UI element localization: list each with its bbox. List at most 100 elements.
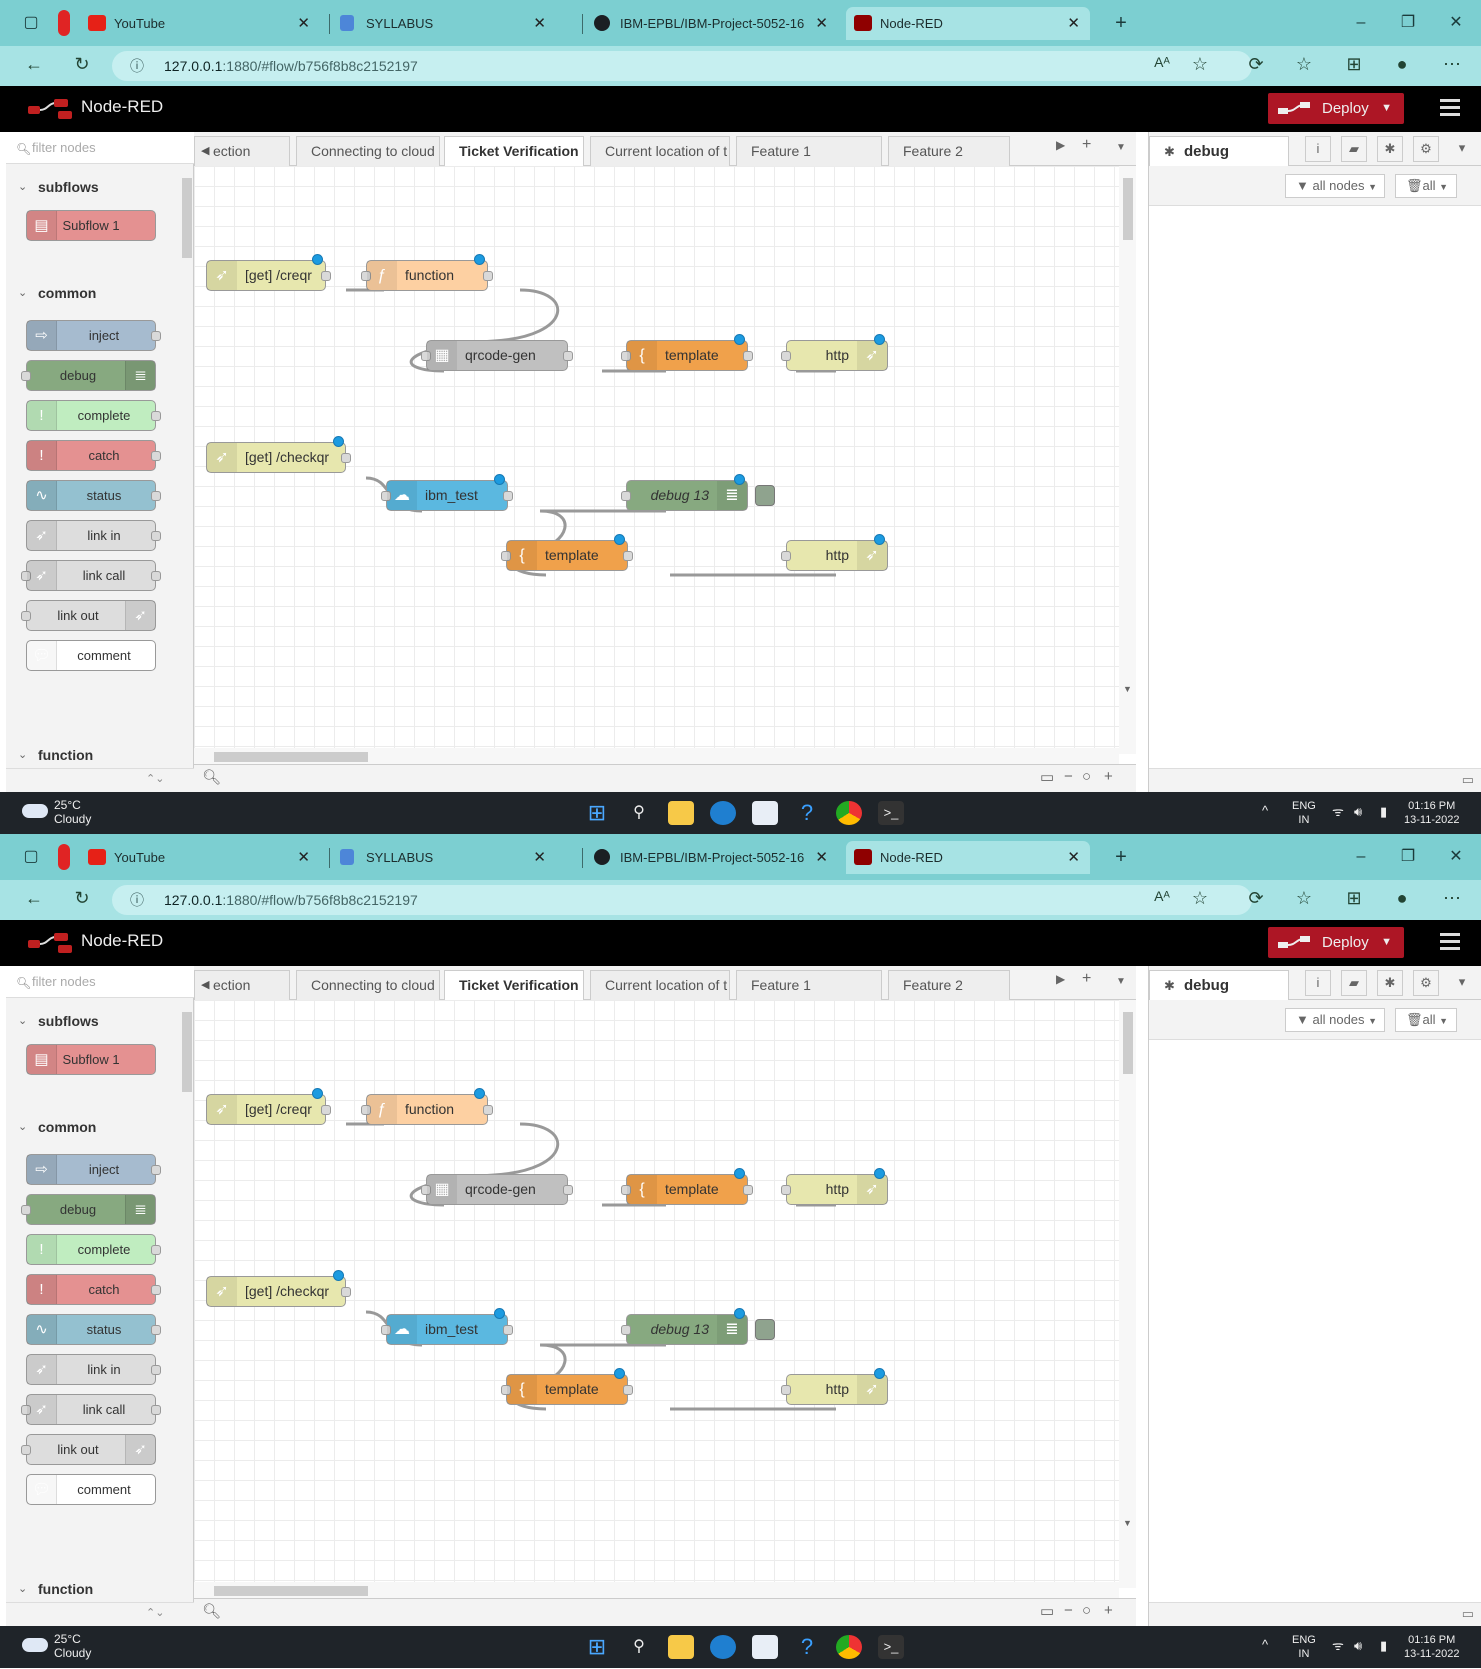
close-tab-icon[interactable]: ✕ [533,841,546,874]
clock[interactable]: 01:16 PM 13-11-2022 [1404,1633,1459,1661]
scroll-right-icon[interactable]: ▶ [1056,138,1065,152]
search-flows-icon[interactable]: 🔍︎ [202,768,221,786]
more-icon[interactable]: ⋯ [1440,888,1464,909]
browser-tab-nodered[interactable]: Node-RED ✕ [846,7,1090,40]
debug-toggle-button[interactable] [755,485,775,506]
flow-node-get_checkqr[interactable]: ➶ [get] /checkqr [206,1270,351,1307]
info-icon[interactable]: ⓘ [130,885,144,915]
flow-node-debug13[interactable]: ≣ debug 13 [621,474,775,511]
collections-icon[interactable]: ⊞ [1342,888,1366,909]
terminal-icon[interactable]: >_ [878,1635,904,1659]
palette-node-link-call[interactable]: ➶ link call [21,1394,161,1425]
close-tab-icon[interactable]: ✕ [533,7,546,40]
flow-node-http2[interactable]: ➶ http [781,534,888,571]
language-indicator[interactable]: ENG IN [1292,799,1316,827]
close-tab-icon[interactable]: ✕ [811,7,828,40]
output-port[interactable] [743,351,753,361]
palette-node-comment[interactable]: 💬︎ comment [26,640,156,671]
tab-current-location[interactable]: Current location of t [590,136,730,166]
flow-node-qrcode_gen[interactable]: ▦ qrcode-gen [421,340,573,371]
zoom-in-icon[interactable]: + [1104,1602,1113,1619]
search-icon[interactable]: ⚲ [626,801,652,825]
address-input[interactable]: ⓘ 127.0.0.1:1880/#flow/b756f8b8c2152197 [112,51,1252,81]
close-tab-icon[interactable]: ✕ [811,841,828,874]
canvas-vertical-scrollbar[interactable]: ▼ [1119,1000,1136,1588]
navigator-icon[interactable]: ▭ [1040,768,1054,786]
info-icon[interactable]: ⓘ [130,51,144,81]
close-tab-icon[interactable]: ✕ [1067,841,1080,874]
browser-tab-nodered[interactable]: Node-RED ✕ [846,841,1090,874]
config-gear-icon[interactable]: ⚙ [1413,136,1439,162]
windows-start-icon[interactable]: ⊞ [584,1635,610,1659]
zoom-reset-icon[interactable]: ○ [1082,768,1091,785]
palette-node-subflow[interactable]: ▤ Subflow 1 [26,1044,156,1075]
canvas-vertical-scrollbar[interactable]: ▼ [1119,166,1136,754]
close-window-icon[interactable]: ✕ [1445,12,1467,34]
back-icon[interactable]: ← [22,888,46,909]
palette-scrollbar[interactable] [180,168,192,768]
palette-node-catch[interactable]: ! catch [26,440,161,471]
extensions-icon[interactable]: ⟳ [1244,888,1268,909]
input-port[interactable] [781,351,791,361]
flow-node-function[interactable]: ƒ function [361,254,493,291]
clock[interactable]: 01:16 PM 13-11-2022 [1404,799,1459,827]
sidebar-tab-debug[interactable]: ✱ debug [1149,136,1289,167]
palette-node-link-in[interactable]: ➶ link in [26,520,161,551]
debug-filter-button[interactable]: ▼ all nodes ▼ [1285,1008,1385,1032]
tray-chevron-icon[interactable]: ^ [1262,804,1268,818]
debug-clear-button[interactable]: 🗑︎all ▼ [1395,1008,1457,1032]
output-port[interactable] [341,1287,351,1297]
palette-node-debug[interactable]: ≣ debug [21,1194,156,1225]
output-port[interactable] [483,271,493,281]
flow-node-template1[interactable]: {template [621,334,753,371]
category-common[interactable]: ⌄ common [6,276,178,310]
favorites-bar-icon[interactable]: ☆ [1292,54,1316,75]
main-menu-icon[interactable] [1440,933,1460,951]
flow-node-http1[interactable]: ➶ http [781,334,888,371]
read-aloud-icon[interactable]: Aᴬ [1150,54,1174,70]
palette-node-link-call[interactable]: ➶ link call [21,560,161,591]
flow-node-get_creqr[interactable]: ➶ [get] /creqr [206,254,331,291]
close-tab-icon[interactable]: ✕ [297,7,310,40]
edge-icon[interactable] [710,801,736,825]
flow-node-get_creqr[interactable]: ➶ [get] /creqr [206,1088,331,1125]
help-icon[interactable]: ▰ [1341,970,1367,996]
category-common[interactable]: ⌄ common [6,1110,178,1144]
flow-canvas[interactable]: ➶ [get] /creqr ƒ function ▦ qrcode-gen {templa… [194,166,1119,754]
flow-list-icon[interactable]: ▼ [1116,976,1126,987]
palette-node-complete[interactable]: ! complete [26,1234,161,1265]
battery-icon[interactable]: ▮ [1380,1639,1387,1653]
flow-node-ibm_test[interactable]: ☁ ibm_test [381,474,513,511]
deploy-caret-icon[interactable]: ▼ [1381,927,1392,958]
flow-node-qrcode_gen[interactable]: ▦ qrcode-gen [421,1174,573,1205]
browser-tab-github[interactable]: IBM-EPBL/IBM-Project-5052-16 ✕ [586,7,838,40]
debug-tab-icon[interactable]: ✱ [1377,136,1403,162]
tab-feature-2[interactable]: Feature 2 [888,970,1010,1000]
debug-filter-button[interactable]: ▼ all nodes ▼ [1285,174,1385,198]
new-tab-icon[interactable]: + [1110,846,1132,868]
search-icon[interactable]: ⚲ [626,1635,652,1659]
profile-avatar-icon[interactable]: ● [1390,54,1414,75]
store-icon[interactable] [752,801,778,825]
browser-tab-youtube[interactable]: YouTube ✕ [80,841,320,874]
tab-ection[interactable]: ◀ ection [194,970,290,1000]
file-explorer-icon[interactable] [668,801,694,825]
wifi-icon[interactable]: ᯤ [1332,1639,1344,1653]
flow-node-http1[interactable]: ➶ http [781,1168,888,1205]
zoom-in-icon[interactable]: + [1104,768,1113,785]
flow-node-get_checkqr[interactable]: ➶ [get] /checkqr [206,436,351,473]
maximize-icon[interactable]: ❐ [1397,12,1419,34]
chrome-icon[interactable] [836,1635,862,1659]
palette-node-status[interactable]: ∿ status [26,480,161,511]
output-port[interactable] [321,271,331,281]
output-port[interactable] [623,1385,633,1395]
output-port[interactable] [321,1105,331,1115]
profile-avatar-icon[interactable]: ● [1390,888,1414,909]
edge-icon[interactable] [710,1635,736,1659]
tab-ticket-verification[interactable]: Ticket Verification [444,136,584,167]
category-subflows[interactable]: ⌄ subflows [6,170,178,204]
collapse-all-icon[interactable]: ⌃⌄ [146,1606,164,1619]
popout-icon[interactable]: ▭ [1462,1606,1474,1622]
collections-icon[interactable]: ⊞ [1342,54,1366,75]
flow-node-http2[interactable]: ➶ http [781,1368,888,1405]
